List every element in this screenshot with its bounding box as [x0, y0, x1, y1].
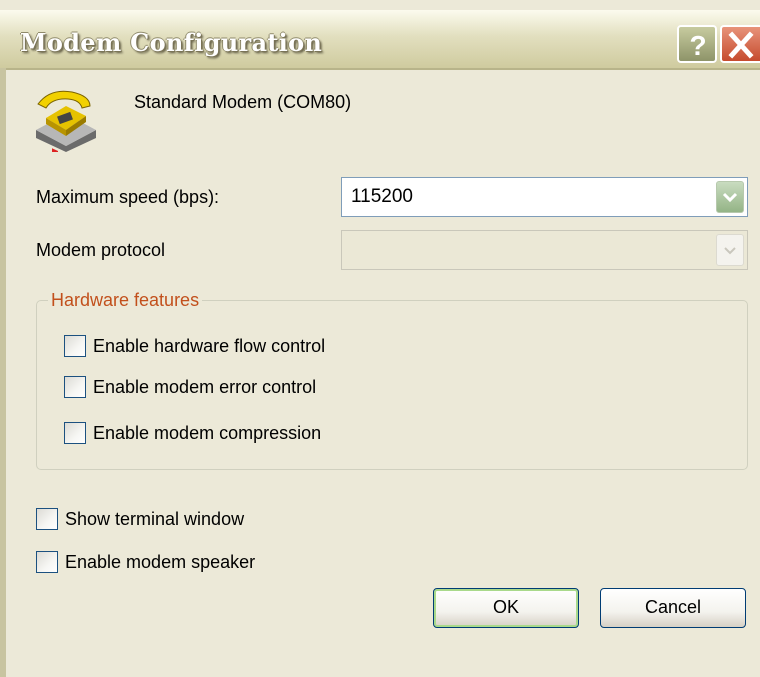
- modem-error-control-checkbox[interactable]: Enable modem error control: [64, 376, 316, 398]
- max-speed-select[interactable]: 115200: [341, 177, 748, 217]
- checkbox-label: Show terminal window: [65, 508, 245, 529]
- cancel-button[interactable]: Cancel: [600, 588, 746, 628]
- checkbox-box[interactable]: [64, 376, 86, 398]
- window-border: [0, 68, 6, 677]
- ok-button[interactable]: OK: [433, 588, 579, 628]
- checkbox-box[interactable]: [64, 335, 86, 357]
- dropdown-arrow-button[interactable]: [716, 181, 744, 213]
- checkbox-label: Enable modem compression: [93, 422, 322, 443]
- modem-compression-checkbox[interactable]: Enable modem compression: [64, 422, 321, 444]
- checkbox-label: Enable modem error control: [93, 376, 317, 397]
- modem-protocol-label: Modem protocol: [36, 240, 166, 260]
- hardware-flow-control-checkbox[interactable]: Enable hardware flow control: [64, 335, 325, 357]
- telephone-modem-icon: [36, 90, 96, 152]
- dropdown-arrow-button-disabled: [716, 234, 744, 266]
- title-bar[interactable]: Modem Configuration ?: [0, 10, 760, 70]
- checkbox-box[interactable]: [64, 422, 86, 444]
- max-speed-value: 115200: [351, 186, 413, 207]
- close-x-icon: [728, 31, 754, 59]
- checkbox-box[interactable]: [36, 508, 58, 530]
- close-button[interactable]: [720, 25, 760, 63]
- checkbox-box[interactable]: [36, 551, 58, 573]
- svg-text:?: ?: [689, 30, 706, 61]
- dialog-title: Modem Configuration: [20, 28, 323, 57]
- help-button[interactable]: ?: [677, 25, 717, 63]
- checkbox-label: Enable hardware flow control: [93, 335, 326, 356]
- chevron-down-icon: [724, 247, 736, 255]
- max-speed-label: Maximum speed (bps):: [36, 187, 220, 207]
- question-mark-icon: ?: [689, 30, 706, 61]
- enable-modem-speaker-checkbox[interactable]: Enable modem speaker: [36, 551, 255, 573]
- device-name: Standard Modem (COM80): [134, 92, 352, 112]
- hardware-features-title: Hardware features: [48, 290, 203, 311]
- checkbox-label: Enable modem speaker: [65, 551, 256, 572]
- modem-configuration-dialog: Modem Configuration ? Standard Modem (CO…: [0, 0, 760, 677]
- show-terminal-window-checkbox[interactable]: Show terminal window: [36, 508, 244, 530]
- chevron-down-icon: [722, 192, 738, 203]
- modem-protocol-select[interactable]: [341, 230, 748, 270]
